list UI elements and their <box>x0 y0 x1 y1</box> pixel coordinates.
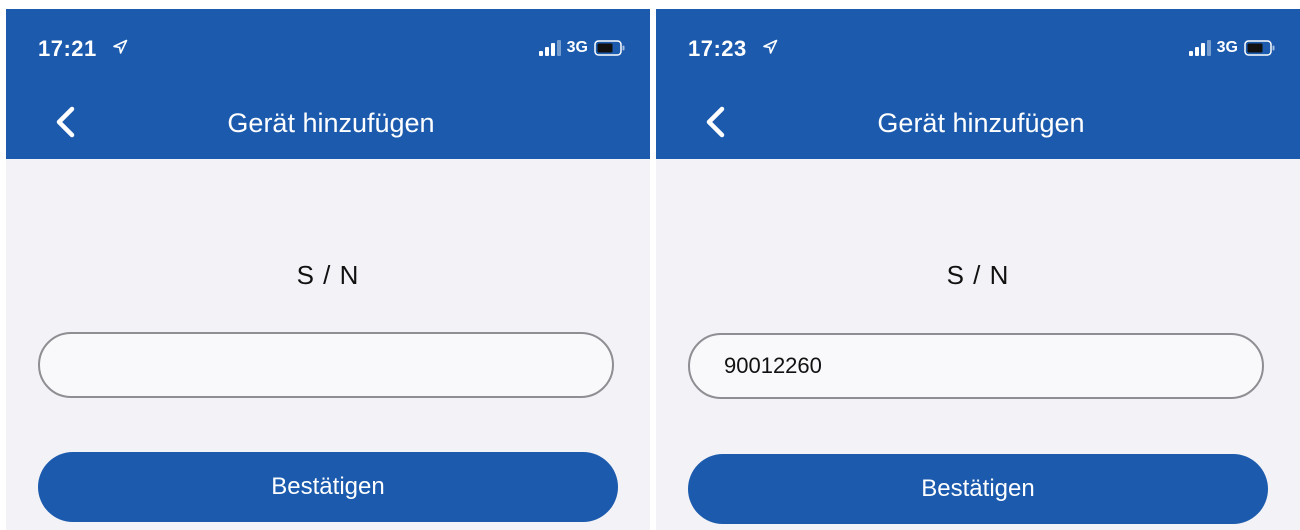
status-indicators: 3G <box>1188 39 1276 57</box>
header-bar: 17:23 3G Gerät hinzufügen <box>656 9 1300 159</box>
status-time: 17:21 <box>38 36 97 61</box>
serial-number-field[interactable] <box>38 332 614 398</box>
page-title: Gerät hinzufügen <box>877 108 1085 138</box>
location-arrow-icon <box>763 39 778 54</box>
serial-number-field[interactable] <box>688 333 1264 399</box>
confirm-button[interactable]: Bestätigen <box>688 454 1268 524</box>
confirm-button[interactable]: Bestätigen <box>38 452 618 522</box>
network-type: 3G <box>566 39 588 56</box>
battery-icon <box>1244 40 1275 56</box>
serial-number-input[interactable] <box>690 335 1262 397</box>
signal-bars-icon <box>538 40 561 56</box>
status-time: 17:23 <box>688 36 747 61</box>
phone-screen-left: 17:21 3G Gerät hinzufügen S / N Bestätig… <box>6 9 650 530</box>
battery-icon <box>594 40 625 56</box>
serial-number-label: S / N <box>296 260 360 290</box>
serial-number-label: S / N <box>946 260 1010 290</box>
signal-bars-icon <box>1188 40 1211 56</box>
header-bar: 17:21 3G Gerät hinzufügen <box>6 9 650 159</box>
network-type: 3G <box>1216 39 1238 56</box>
location-arrow-icon <box>113 39 128 54</box>
status-indicators: 3G <box>538 39 626 57</box>
page-title: Gerät hinzufügen <box>227 108 435 138</box>
serial-number-input[interactable] <box>40 334 612 396</box>
phone-screen-right: 17:23 3G Gerät hinzufügen S / N Bestä <box>656 9 1300 530</box>
